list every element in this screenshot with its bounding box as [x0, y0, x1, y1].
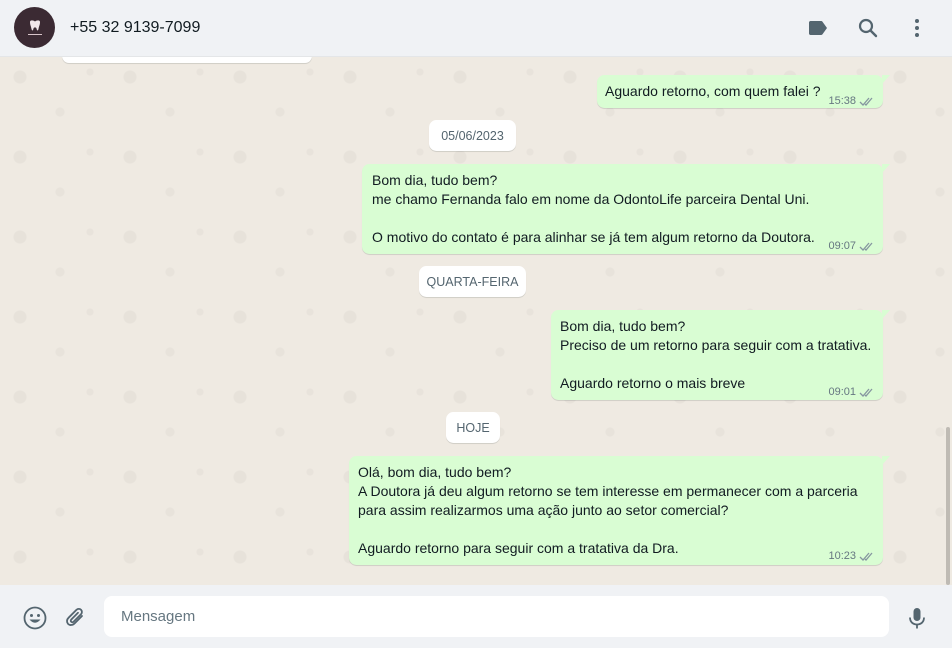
compose-bar [0, 585, 952, 648]
tooth-logo-icon [27, 19, 42, 35]
double-check-icon [859, 97, 873, 106]
message-line: Aguardo retorno para seguir com a tratat… [358, 540, 679, 556]
microphone-icon[interactable] [904, 605, 930, 631]
message-meta: 15:38 [828, 92, 875, 111]
bubble-tail [882, 164, 890, 173]
message-line: Bom dia, tudo bem? [372, 172, 498, 188]
message-meta: 09:01 [828, 383, 875, 402]
double-check-icon [859, 552, 873, 561]
chat-area[interactable]: Aguardo retorno, com quem falei ? 15:38 … [0, 57, 952, 585]
chat-scrollbar[interactable] [946, 427, 950, 585]
contact-avatar[interactable] [14, 7, 55, 48]
date-separator: HOJE [446, 412, 500, 443]
search-icon[interactable] [856, 16, 880, 40]
chat-header: +55 32 9139-7099 [0, 0, 952, 57]
double-check-icon [859, 388, 873, 397]
message-line: O motivo do contato é para alinhar se já… [372, 229, 815, 245]
message-input[interactable] [104, 596, 889, 637]
date-separator: QUARTA-FEIRA [419, 266, 526, 297]
contact-name[interactable]: +55 32 9139-7099 [70, 19, 200, 37]
outgoing-message[interactable]: Bom dia, tudo bem? me chamo Fernanda fal… [362, 164, 890, 256]
message-time: 09:07 [828, 240, 856, 252]
bubble-tail [882, 75, 890, 84]
date-separator: 05/06/2023 [429, 120, 516, 151]
message-line: Aguardo retorno o mais breve [560, 375, 746, 391]
message-line: para assim realizarmos uma ação junto ao… [358, 502, 729, 518]
attach-icon[interactable] [63, 605, 89, 631]
outgoing-message[interactable]: Olá, bom dia, tudo bem? A Doutora já deu… [349, 456, 890, 566]
double-check-icon [859, 242, 873, 251]
bubble-tail [882, 310, 890, 319]
message-text: Aguardo retorno, com quem falei ? [605, 83, 821, 99]
message-line: A Doutora já deu algum retorno se tem in… [358, 483, 858, 499]
outgoing-message[interactable]: Aguardo retorno, com quem falei ? 15:38 [597, 75, 890, 111]
bubble-tail [882, 456, 890, 465]
menu-icon[interactable] [905, 16, 929, 40]
message-time: 10:23 [828, 550, 856, 562]
message-line: me chamo Fernanda falo em nome da Odonto… [372, 191, 810, 207]
message-line: Olá, bom dia, tudo bem? [358, 464, 512, 480]
message-meta: 10:23 [828, 547, 875, 566]
message-line: Bom dia, tudo bem? [560, 318, 686, 334]
outgoing-message[interactable]: Bom dia, tudo bem? Preciso de um retorno… [551, 310, 890, 402]
label-icon[interactable] [806, 16, 830, 40]
message-time: 15:38 [828, 95, 856, 107]
message-time: 09:01 [828, 386, 856, 398]
partial-message-bubble [62, 57, 312, 63]
message-line: Preciso de um retorno para seguir com a … [560, 337, 872, 353]
message-meta: 09:07 [828, 237, 875, 256]
emoji-icon[interactable] [22, 605, 48, 631]
